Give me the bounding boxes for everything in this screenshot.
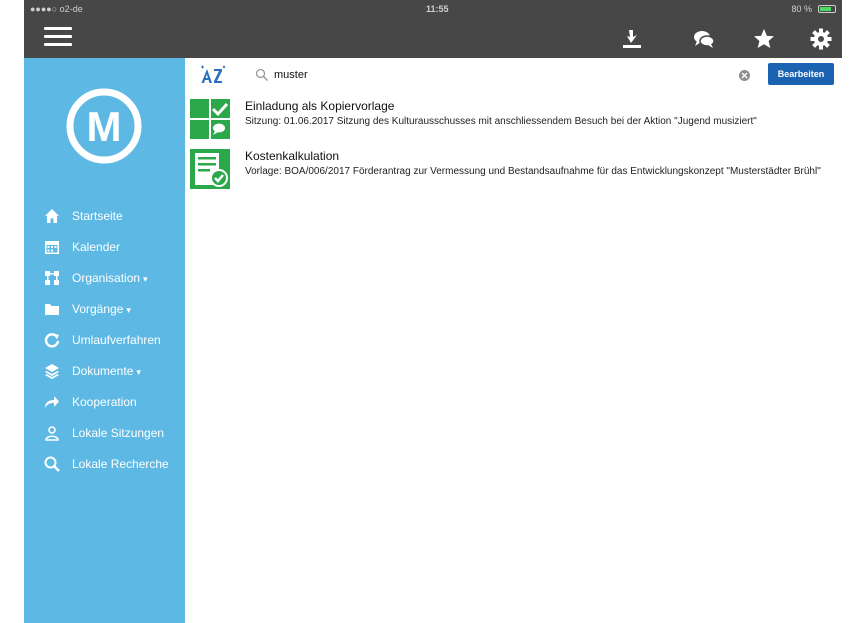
meeting-check-icon bbox=[190, 99, 230, 139]
chat-icon[interactable] bbox=[692, 27, 716, 51]
sort-az-icon[interactable] bbox=[199, 65, 227, 87]
list-item[interactable]: Einladung als Kopiervorlage Sitzung: 01.… bbox=[190, 99, 830, 145]
edit-button[interactable]: Bearbeiten bbox=[768, 63, 834, 85]
star-icon[interactable] bbox=[752, 27, 776, 51]
download-icon[interactable] bbox=[620, 27, 644, 51]
clock: 11:55 bbox=[426, 4, 449, 14]
sidebar-item-organisation[interactable]: Organisation ▾ bbox=[24, 265, 185, 291]
result-title: Einladung als Kopiervorlage bbox=[245, 99, 395, 113]
svg-text:M: M bbox=[87, 103, 122, 150]
folder-icon bbox=[44, 301, 60, 317]
app-logo[interactable]: M bbox=[64, 86, 144, 166]
chevron-down-icon: ▾ bbox=[126, 305, 131, 315]
search-icon bbox=[255, 68, 269, 82]
sidebar-item-label: Vorgänge ▾ bbox=[72, 302, 131, 316]
search-input[interactable] bbox=[274, 66, 714, 84]
gear-icon[interactable] bbox=[809, 27, 833, 51]
home-icon bbox=[44, 208, 60, 224]
sidebar-item-startseite[interactable]: Startseite bbox=[24, 203, 185, 229]
chevron-down-icon: ▾ bbox=[136, 367, 141, 377]
sidebar-item-label: Kalender bbox=[72, 240, 121, 254]
status-bar: ●●●●○ o2-de 11:55 80 % bbox=[24, 0, 842, 18]
sidebar: M Startseite Kalender Organisation ▾ Vorg… bbox=[24, 58, 185, 623]
main-content: Bearbeiten Einladung als Kopiervorlage S… bbox=[185, 58, 842, 623]
clear-search-icon[interactable] bbox=[739, 70, 750, 81]
sidebar-item-umlaufverfahren[interactable]: Umlaufverfahren bbox=[24, 327, 185, 353]
search-icon bbox=[44, 456, 60, 472]
app-screen: ●●●●○ o2-de 11:55 80 % M Startseite Kale… bbox=[24, 0, 842, 623]
sidebar-item-label: Umlaufverfahren bbox=[72, 333, 161, 347]
sidebar-item-kooperation[interactable]: Kooperation bbox=[24, 389, 185, 415]
sidebar-item-lokale-sitzungen[interactable]: Lokale Sitzungen bbox=[24, 420, 185, 446]
refresh-icon bbox=[44, 332, 60, 348]
result-description: Vorlage: BOA/006/2017 Förderantrag zur V… bbox=[245, 166, 821, 177]
sidebar-item-label: Dokumente ▾ bbox=[72, 364, 141, 378]
sidebar-item-dokumente[interactable]: Dokumente ▾ bbox=[24, 358, 185, 384]
organisation-icon bbox=[44, 270, 60, 286]
battery-level bbox=[820, 7, 832, 11]
search-bar bbox=[245, 64, 755, 86]
people-icon bbox=[44, 425, 60, 441]
list-item[interactable]: Kostenkalkulation Vorlage: BOA/006/2017 … bbox=[190, 149, 830, 195]
sidebar-item-label: Lokale Recherche bbox=[72, 457, 169, 471]
battery-percent: 80 % bbox=[791, 4, 812, 14]
document-check-icon bbox=[190, 149, 230, 189]
sidebar-item-label: Kooperation bbox=[72, 395, 137, 409]
battery-icon bbox=[818, 5, 836, 13]
sidebar-item-lokale-recherche[interactable]: Lokale Recherche bbox=[24, 451, 185, 477]
result-title: Kostenkalkulation bbox=[245, 149, 340, 163]
chevron-down-icon: ▾ bbox=[143, 274, 148, 284]
sidebar-item-vorgaenge[interactable]: Vorgänge ▾ bbox=[24, 296, 185, 322]
carrier-label: ●●●●○ o2-de bbox=[30, 4, 83, 14]
sidebar-item-label: Startseite bbox=[72, 209, 123, 223]
result-description: Sitzung: 01.06.2017 Sitzung des Kulturau… bbox=[245, 116, 757, 127]
sidebar-item-label: Organisation ▾ bbox=[72, 271, 148, 285]
menu-icon[interactable] bbox=[44, 26, 72, 48]
layers-icon bbox=[44, 363, 60, 379]
calendar-icon bbox=[44, 239, 60, 255]
sidebar-item-kalender[interactable]: Kalender bbox=[24, 234, 185, 260]
sidebar-item-label: Lokale Sitzungen bbox=[72, 426, 165, 440]
top-bar: ●●●●○ o2-de 11:55 80 % bbox=[24, 0, 842, 58]
share-arrow-icon bbox=[44, 394, 60, 410]
